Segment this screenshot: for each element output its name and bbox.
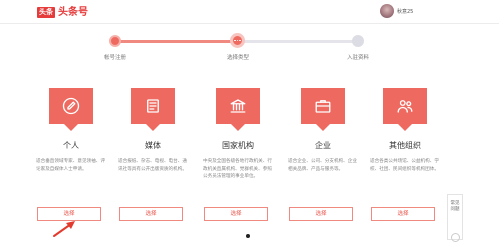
card-icon-box bbox=[49, 88, 93, 131]
back-to-top-icon[interactable] bbox=[451, 233, 460, 242]
card-government: 国家机构 中央及全国各级各地行政机关、行政机关直属机构、党群机关、参照公务员法管… bbox=[203, 88, 273, 238]
pagination-dot bbox=[246, 234, 250, 238]
card-description: 适合企业、公司、分支机构、企业相关品牌、产品与服务等。 bbox=[288, 159, 357, 172]
select-government-button[interactable]: 选择 bbox=[204, 207, 268, 221]
card-description: 适合报纸、杂志、电视、电台、通讯社等具有公开出版资质的机构。 bbox=[118, 159, 187, 172]
progress-track-done bbox=[116, 40, 238, 43]
card-title: 媒体 bbox=[145, 141, 161, 150]
card-title: 其他组织 bbox=[389, 141, 421, 150]
card-description: 中央及全国各级各地行政机关、行政机关直属机构、党群机关、参照公务员法管理的事业单… bbox=[203, 159, 272, 179]
newspaper-icon bbox=[147, 99, 159, 113]
logo-text: 头条号 bbox=[58, 7, 88, 18]
select-enterprise-button[interactable]: 选择 bbox=[289, 207, 353, 221]
top-header: 头条 头条号 秋意25 bbox=[0, 0, 499, 24]
toutiao-logo[interactable]: 头条 头条号 bbox=[37, 6, 88, 19]
select-other-organization-button[interactable]: 选择 bbox=[371, 207, 435, 221]
account-type-cards: 个人 适合垂直领域专家、意见领袖、评论家及自媒体人士申请。 选择 媒体 适合报纸… bbox=[0, 88, 499, 238]
step-2-label: 选择类型 bbox=[226, 55, 250, 61]
user-menu[interactable]: 秋意25 bbox=[380, 3, 413, 19]
card-description: 适合各类公共场馆、公益机构、学校、社团、民间组织等机构团体。 bbox=[370, 159, 439, 172]
people-icon bbox=[397, 100, 413, 113]
card-title: 企业 bbox=[315, 141, 331, 150]
faq-label[interactable]: 常见问题 bbox=[450, 201, 460, 213]
username[interactable]: 秋意25 bbox=[397, 8, 413, 15]
card-title: 国家机构 bbox=[222, 141, 254, 150]
pen-icon bbox=[62, 97, 80, 115]
card-individual: 个人 适合垂直领域专家、意见领袖、评论家及自媒体人士申请。 选择 bbox=[36, 88, 106, 238]
card-icon-box bbox=[383, 88, 427, 131]
card-title: 个人 bbox=[63, 141, 79, 150]
progress-steps: 帐号注册 选择类型 入驻资料 bbox=[0, 30, 499, 62]
government-building-icon bbox=[230, 99, 246, 113]
card-icon-box bbox=[131, 88, 175, 131]
card-description: 适合垂直领域专家、意见领袖、评论家及自媒体人士申请。 bbox=[36, 159, 105, 172]
step-3-label: 入驻资料 bbox=[346, 55, 370, 61]
card-enterprise: 企业 适合企业、公司、分支机构、企业相关品牌、产品与服务等。 选择 bbox=[288, 88, 358, 238]
avatar[interactable] bbox=[380, 4, 394, 18]
page-root: 头条 头条号 秋意25 帐号注册 选择类型 入驻资料 个人 适合垂直领域专家、意… bbox=[0, 0, 499, 243]
pointer-arrow-annotation bbox=[53, 221, 75, 237]
step-1-label: 帐号注册 bbox=[103, 55, 127, 61]
step-2-dot bbox=[230, 33, 245, 48]
card-icon-box bbox=[301, 88, 345, 131]
select-media-button[interactable]: 选择 bbox=[119, 207, 183, 221]
step-1-dot bbox=[109, 35, 121, 47]
card-icon-box bbox=[216, 88, 260, 131]
step-3-dot bbox=[352, 35, 364, 47]
progress-track-todo bbox=[238, 40, 358, 43]
card-other-organization: 其他组织 适合各类公共场馆、公益机构、学校、社团、民间组织等机构团体。 选择 bbox=[370, 88, 440, 238]
briefcase-icon bbox=[315, 100, 331, 113]
logo-badge: 头条 bbox=[37, 7, 55, 18]
faq-float-panel[interactable]: 常见问题 bbox=[447, 194, 463, 242]
card-media: 媒体 适合报纸、杂志、电视、电台、通讯社等具有公开出版资质的机构。 选择 bbox=[118, 88, 188, 238]
